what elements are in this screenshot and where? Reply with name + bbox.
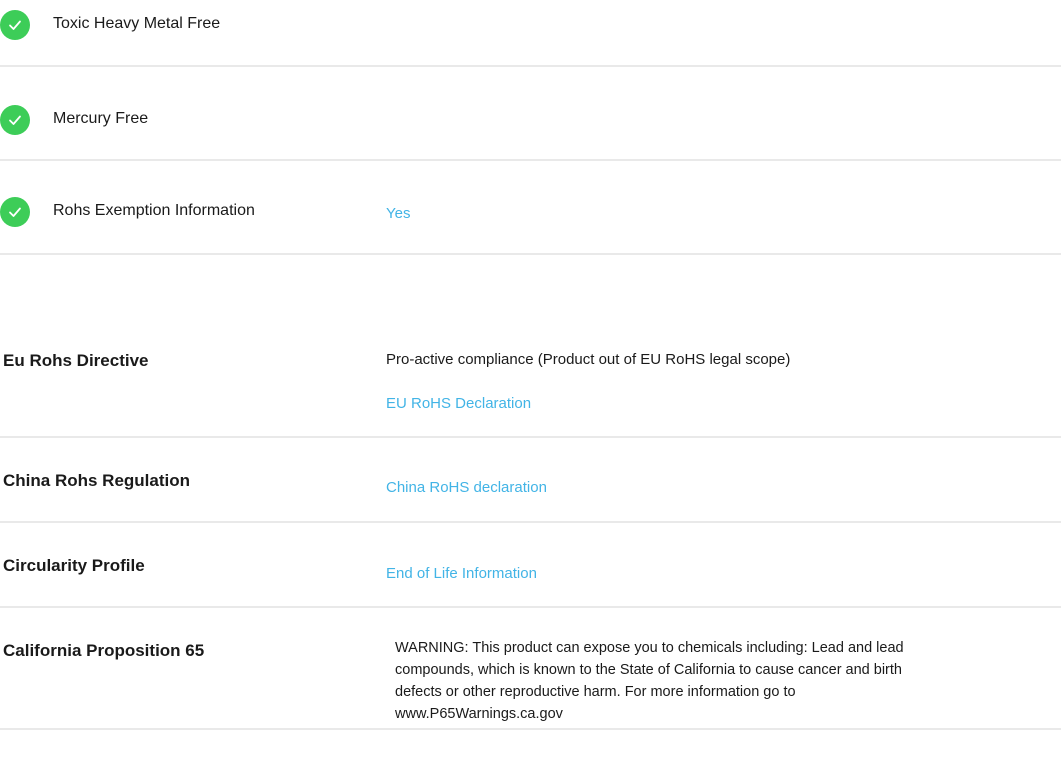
divider bbox=[0, 159, 1061, 161]
check-row-rohs-exemption: Rohs Exemption Information Yes bbox=[0, 187, 1061, 253]
divider bbox=[0, 253, 1061, 255]
china-rohs-declaration-link[interactable]: China RoHS declaration bbox=[386, 478, 547, 498]
divider bbox=[0, 521, 1061, 523]
prop65-warning-line: compounds, which is known to the State o… bbox=[395, 662, 902, 678]
prop65-warning-text: WARNING: This product can expose you to … bbox=[395, 637, 1055, 725]
china-rohs-regulation-label: China Rohs Regulation bbox=[3, 471, 190, 490]
check-circle-icon bbox=[0, 197, 30, 227]
check-row-mercury-free: Mercury Free bbox=[0, 95, 1061, 161]
eu-rohs-directive-label: Eu Rohs Directive bbox=[3, 351, 149, 370]
check-label: Toxic Heavy Metal Free bbox=[53, 15, 221, 32]
check-label: Mercury Free bbox=[53, 110, 149, 127]
divider bbox=[0, 436, 1061, 438]
prop65-warning-line: www.P65Warnings.ca.gov bbox=[395, 706, 563, 722]
rohs-exemption-yes-link[interactable]: Yes bbox=[386, 204, 410, 224]
divider bbox=[0, 65, 1061, 67]
check-label: Rohs Exemption Information bbox=[53, 202, 255, 219]
prop65-warning-line: defects or other reproductive harm. For … bbox=[395, 684, 796, 700]
divider bbox=[0, 728, 1061, 730]
check-row-toxic-heavy-metal-free: Toxic Heavy Metal Free bbox=[0, 0, 1061, 66]
circularity-profile-label: Circularity Profile bbox=[3, 556, 145, 575]
check-circle-icon bbox=[0, 10, 30, 40]
eu-rohs-directive-value: Pro-active compliance (Product out of EU… bbox=[386, 351, 791, 368]
prop65-warning-line: WARNING: This product can expose you to … bbox=[395, 640, 904, 656]
california-proposition-65-label: California Proposition 65 bbox=[3, 641, 205, 660]
eu-rohs-declaration-link[interactable]: EU RoHS Declaration bbox=[386, 394, 531, 414]
divider bbox=[0, 606, 1061, 608]
end-of-life-information-link[interactable]: End of Life Information bbox=[386, 564, 537, 584]
check-circle-icon bbox=[0, 105, 30, 135]
